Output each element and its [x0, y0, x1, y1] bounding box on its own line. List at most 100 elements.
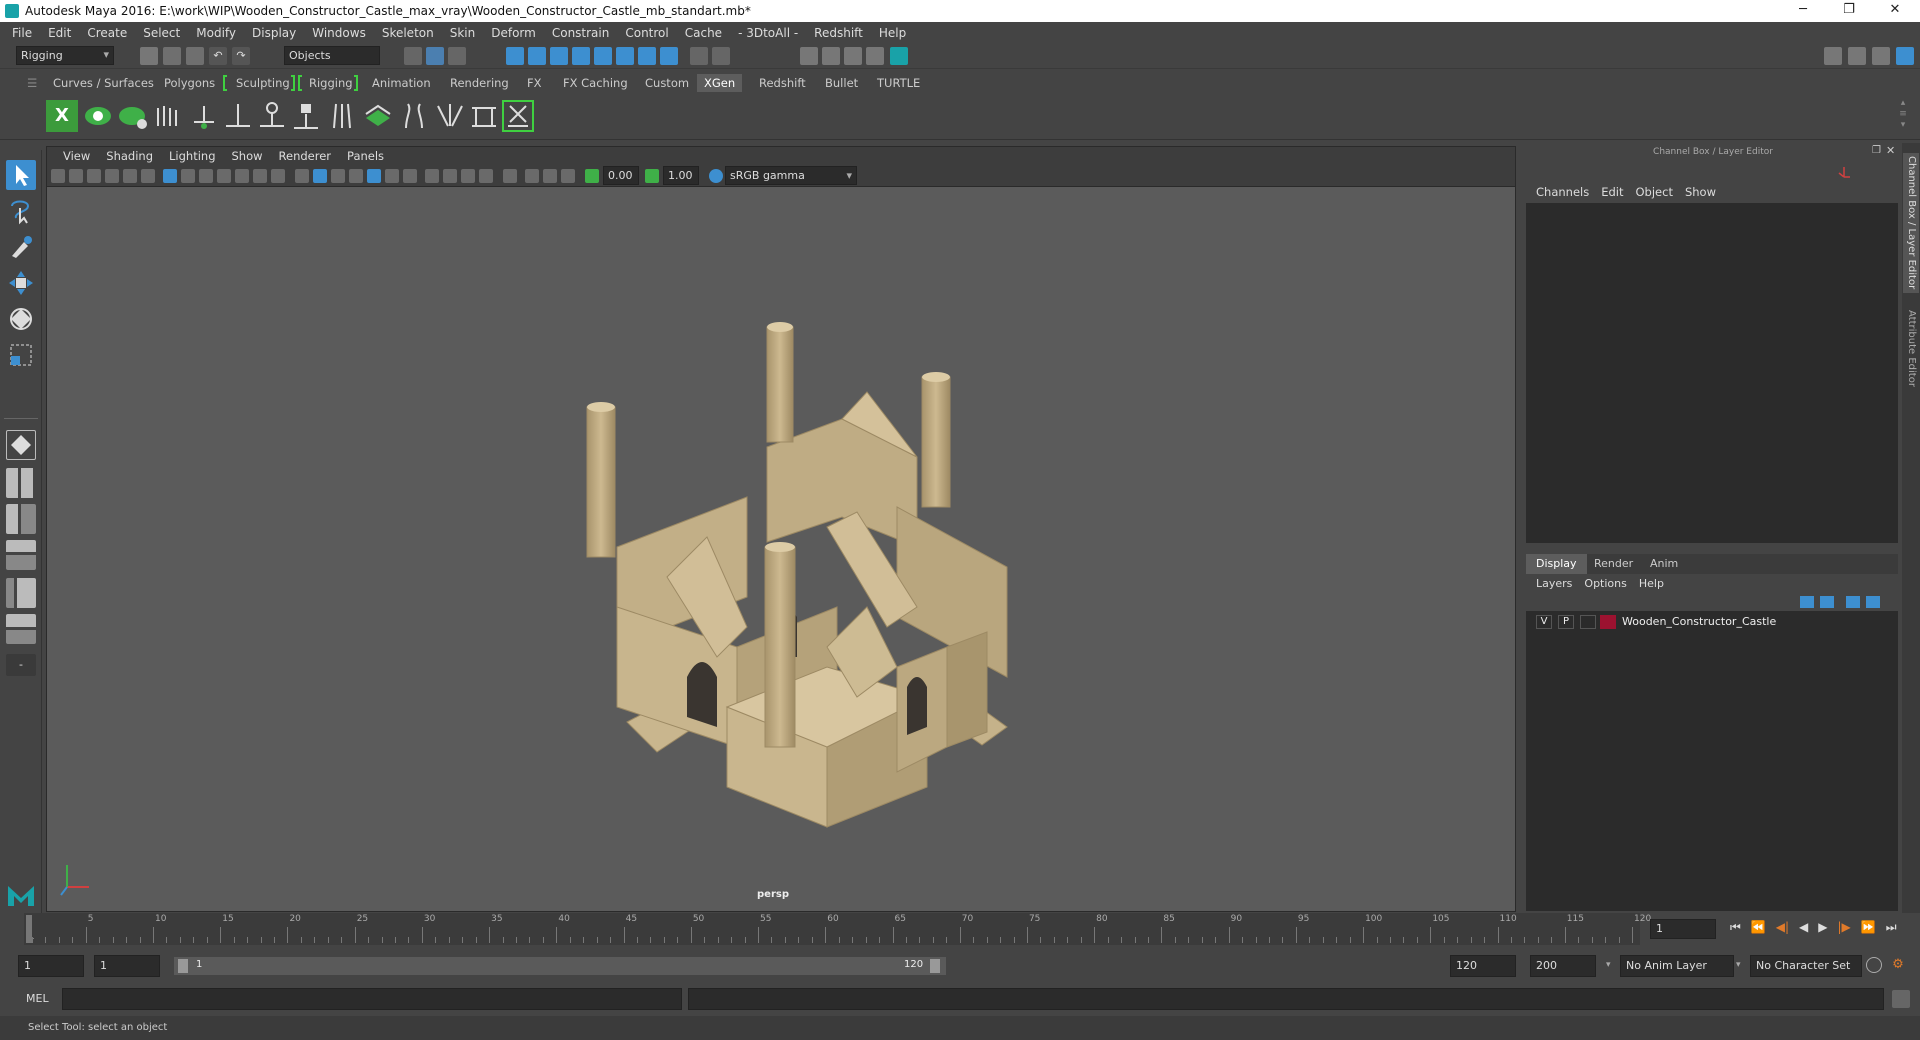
xray-components-icon[interactable] — [561, 169, 575, 183]
channel-box-area[interactable] — [1526, 203, 1898, 543]
color-space-dropdown[interactable]: sRGB gamma ▾ — [725, 166, 857, 185]
single-perspective-layout-icon[interactable] — [6, 430, 36, 460]
outliner-layout-icon[interactable] — [6, 540, 36, 570]
layer-visibility-toggle[interactable]: V — [1536, 615, 1552, 629]
close-icon[interactable]: ✕ — [1872, 0, 1918, 22]
chevron-down-icon[interactable]: ▾ — [1606, 960, 1611, 970]
redo-icon[interactable]: ↷ — [232, 47, 250, 65]
tab-anim[interactable]: Anim — [1650, 554, 1678, 574]
play-backwards-icon[interactable]: ◀ — [1799, 920, 1808, 935]
exposure-field[interactable]: 0.00 — [603, 166, 639, 185]
two-view-layout-icon[interactable] — [6, 504, 36, 534]
save-scene-icon[interactable] — [186, 47, 204, 65]
side-tab-channel-box[interactable]: Channel Box / Layer Editor — [1903, 153, 1919, 293]
select-tool-icon[interactable] — [6, 160, 36, 190]
flat-shade-icon[interactable] — [331, 169, 345, 183]
lasso-tool-icon[interactable] — [6, 196, 36, 226]
tab-animation[interactable]: Animation — [365, 74, 438, 92]
select-hierarchy-icon[interactable] — [404, 47, 422, 65]
anim-layer-dropdown[interactable]: No Anim Layer — [1620, 955, 1734, 977]
xgen-clump-icon[interactable] — [434, 100, 466, 132]
axis-orient-icon[interactable] — [1837, 165, 1851, 179]
snap-together-icon[interactable] — [616, 47, 634, 65]
menu-select[interactable]: Select — [135, 26, 188, 40]
snap-edge-icon[interactable] — [638, 47, 656, 65]
resolution-gate-icon[interactable] — [199, 169, 213, 183]
character-set-dropdown[interactable]: No Character Set — [1750, 955, 1862, 977]
tab-polygons[interactable]: Polygons — [157, 74, 222, 92]
new-scene-icon[interactable] — [140, 47, 158, 65]
xgen-cut-icon[interactable] — [468, 100, 500, 132]
channels-menu[interactable]: Channels — [1530, 185, 1595, 199]
rotate-tool-icon[interactable] — [6, 304, 36, 334]
xgen-interactive-groom-icon[interactable] — [502, 100, 534, 132]
grease-pencil-icon[interactable] — [141, 169, 155, 183]
options-menu[interactable]: Options — [1578, 577, 1632, 590]
playback-start-field[interactable]: 1 — [94, 955, 160, 977]
menu-help[interactable]: Help — [871, 26, 914, 40]
tab-custom[interactable]: Custom — [638, 74, 696, 92]
bookmark-icon[interactable] — [87, 169, 101, 183]
textured-icon[interactable] — [367, 169, 381, 183]
side-tab-attribute-editor[interactable]: Attribute Editor — [1903, 303, 1919, 393]
tab-curves-surfaces[interactable]: Curves / Surfaces — [46, 74, 161, 92]
render-settings-icon[interactable] — [866, 47, 884, 65]
tab-xgen[interactable]: XGen — [697, 74, 743, 92]
tab-display[interactable]: Display — [1526, 554, 1587, 574]
layers-menu[interactable]: Layers — [1530, 577, 1578, 590]
go-to-start-icon[interactable]: ⏮ — [1730, 920, 1741, 935]
field-chart-icon[interactable] — [235, 169, 249, 183]
viewport-menu-show[interactable]: Show — [224, 149, 271, 163]
select-object-icon[interactable] — [426, 47, 444, 65]
viewport-menu-panels[interactable]: Panels — [339, 149, 392, 163]
menu-skeleton[interactable]: Skeleton — [374, 26, 442, 40]
xgen-preview-icon[interactable] — [82, 100, 114, 132]
viewport-menu-view[interactable]: View — [55, 149, 98, 163]
animation-start-field[interactable]: 1 — [18, 955, 84, 977]
isolate-select-icon[interactable] — [503, 169, 517, 183]
xgen-lock-guides-icon[interactable] — [290, 100, 322, 132]
tab-turtle[interactable]: TURTLE — [870, 74, 927, 92]
new-empty-layer-icon[interactable] — [1846, 596, 1860, 608]
tab-rigging[interactable]: Rigging — [302, 74, 360, 92]
screen-space-ao-icon[interactable] — [425, 169, 439, 183]
menu-edit[interactable]: Edit — [40, 26, 79, 40]
help-menu[interactable]: Help — [1633, 577, 1670, 590]
xgen-bend-icon[interactable] — [398, 100, 430, 132]
layer-display-type-toggle[interactable] — [1580, 615, 1596, 629]
snap-point-icon[interactable] — [550, 47, 568, 65]
time-ruler[interactable]: 1 51015202530354045505560657075808590951… — [24, 913, 1651, 945]
render-icon[interactable] — [822, 47, 840, 65]
xgen-select-guide-icon[interactable] — [256, 100, 288, 132]
hypershade-layout-icon[interactable] — [6, 614, 36, 644]
range-start-handle[interactable] — [178, 959, 188, 973]
xgen-grooming-icon[interactable] — [152, 100, 184, 132]
lock-icon[interactable] — [690, 47, 708, 65]
gate-mask-icon[interactable] — [217, 169, 231, 183]
viewport-canvas[interactable]: persp — [47, 187, 1515, 911]
camera-attributes-icon[interactable] — [69, 169, 83, 183]
layer-playback-toggle[interactable]: P — [1558, 615, 1574, 629]
menu-set-dropdown[interactable]: Rigging ▾ — [16, 46, 114, 65]
menu-file[interactable]: File — [4, 26, 40, 40]
film-gate-icon[interactable] — [181, 169, 195, 183]
grid-icon[interactable] — [163, 169, 177, 183]
selection-mask-dropdown[interactable]: Objects — [284, 46, 380, 65]
wireframe-icon[interactable] — [295, 169, 309, 183]
menu-create[interactable]: Create — [79, 26, 135, 40]
select-component-icon[interactable] — [448, 47, 466, 65]
channel-box-toggle-icon[interactable] — [1896, 47, 1914, 65]
xgen-create-description-icon[interactable] — [118, 100, 150, 132]
playback-end-field[interactable]: 120 — [1450, 955, 1516, 977]
float-panel-icon[interactable]: ❐ — [1872, 145, 1881, 156]
tab-rendering[interactable]: Rendering — [443, 74, 516, 92]
render-view-icon[interactable] — [800, 47, 818, 65]
minimize-icon[interactable]: ─ — [1780, 0, 1826, 22]
menu-modify[interactable]: Modify — [188, 26, 244, 40]
image-plane-icon[interactable] — [105, 169, 119, 183]
bounding-box-icon[interactable] — [349, 169, 363, 183]
snap-grid-icon[interactable] — [506, 47, 524, 65]
step-forward-frame-icon[interactable]: |▶ — [1838, 920, 1851, 935]
xgen-guide-cvs-icon[interactable] — [326, 100, 358, 132]
gamma-icon[interactable] — [645, 169, 659, 183]
